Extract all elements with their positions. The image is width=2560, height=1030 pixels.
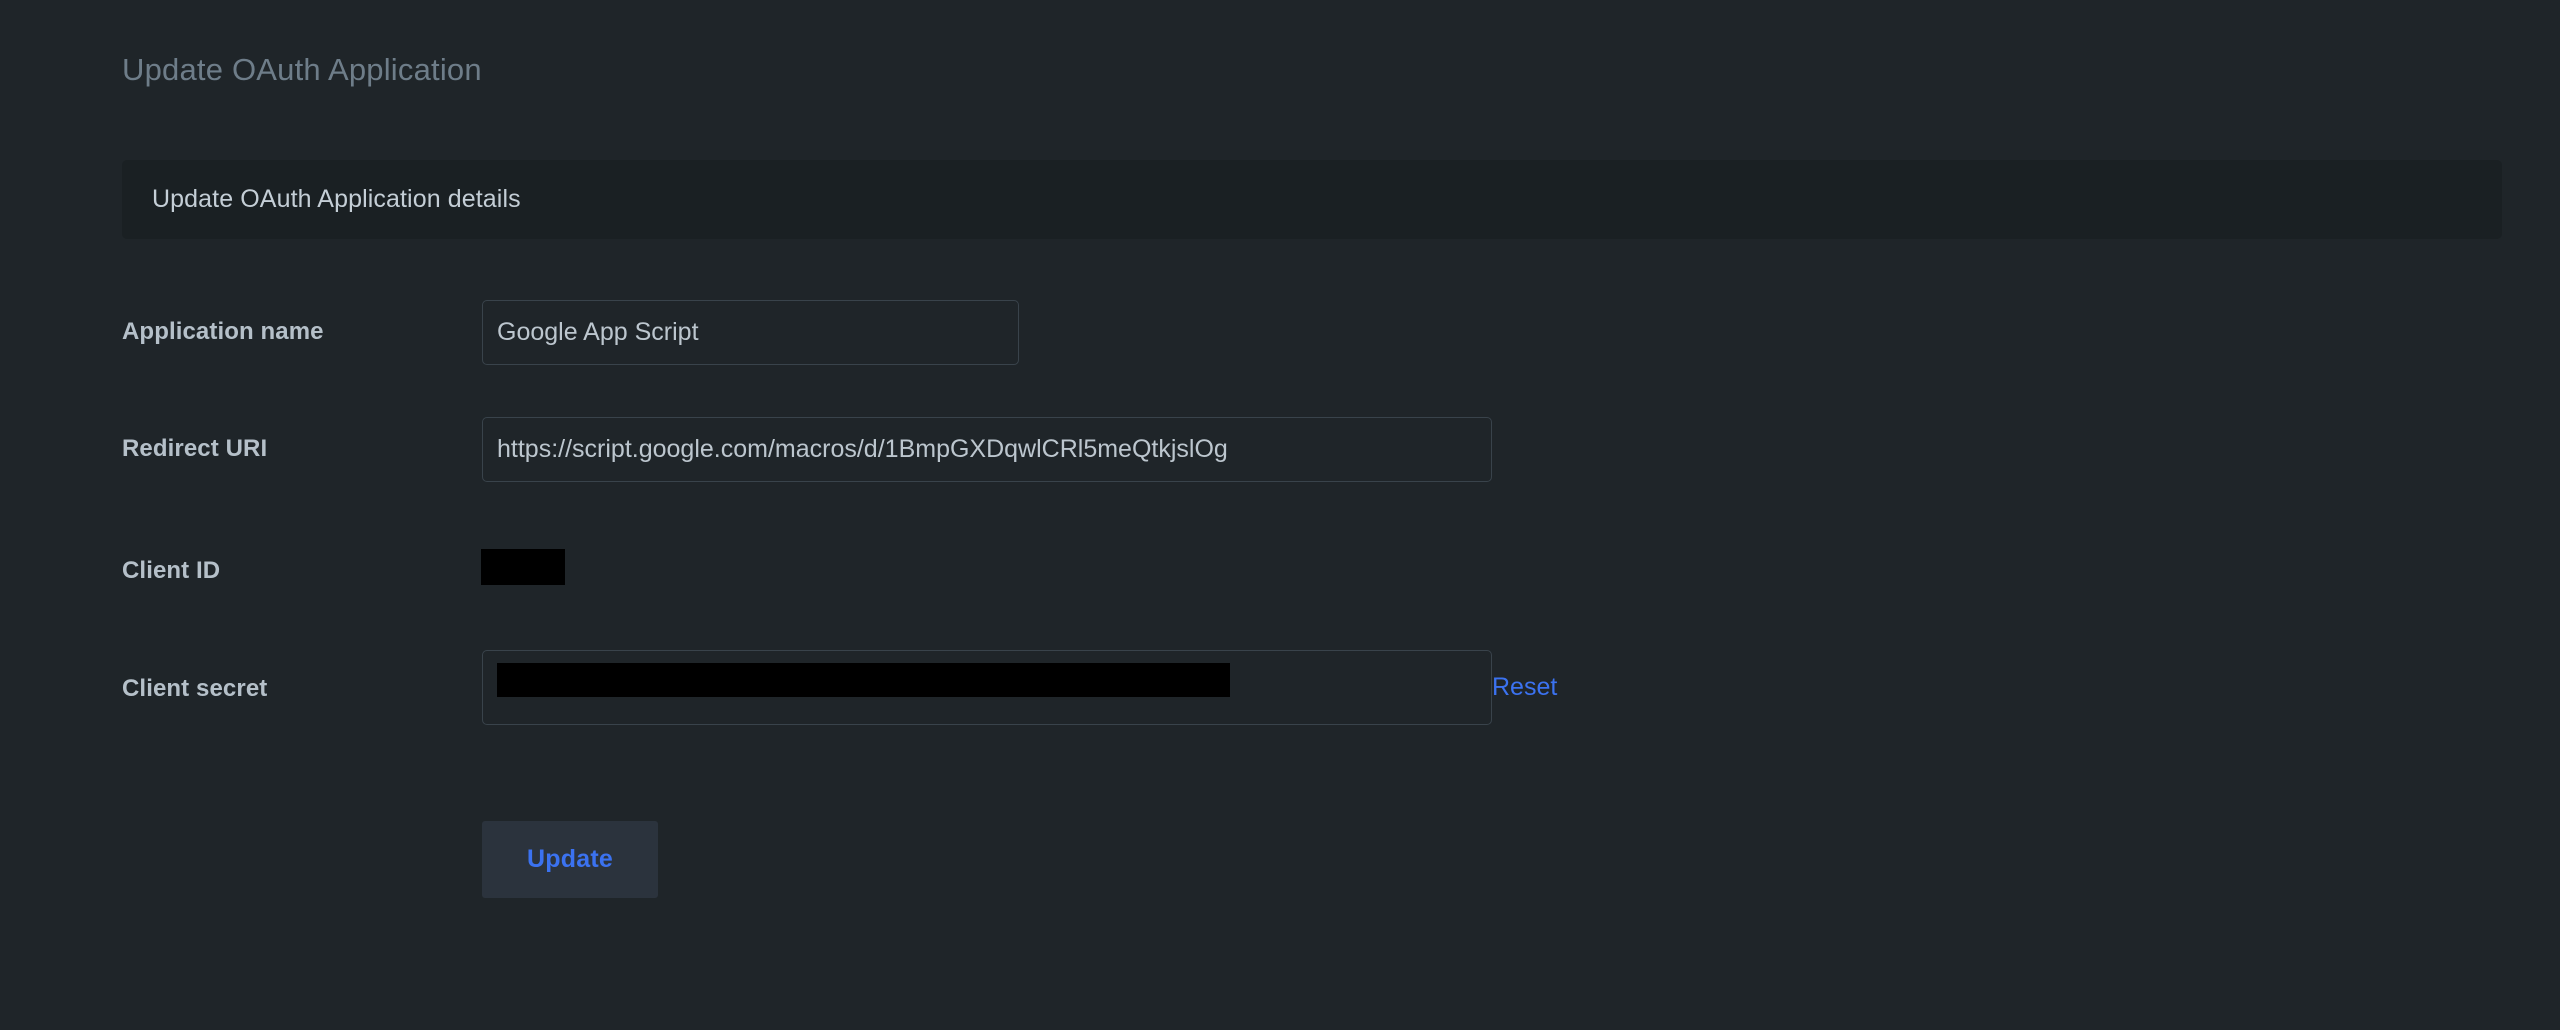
redirect-uri-label: Redirect URI [122, 435, 268, 462]
client-id-redacted-value [481, 549, 565, 585]
redirect-uri-value: https://script.google.com/macros/d/1BmpG… [497, 435, 1228, 463]
client-secret-label: Client secret [122, 675, 268, 702]
application-name-value: Google App Script [497, 318, 699, 346]
update-button[interactable]: Update [482, 821, 658, 898]
reset-client-secret-link[interactable]: Reset [1492, 673, 1557, 702]
panel-header: Update OAuth Application details [122, 160, 2502, 239]
client-secret-redacted-value [497, 663, 1230, 697]
redirect-uri-input[interactable]: https://script.google.com/macros/d/1BmpG… [482, 417, 1492, 482]
oauth-application-page: Update OAuth Application Update OAuth Ap… [0, 0, 2560, 1030]
panel-header-title: Update OAuth Application details [152, 185, 521, 213]
page-title: Update OAuth Application [122, 52, 482, 87]
client-id-label: Client ID [122, 557, 221, 584]
application-name-label: Application name [122, 318, 324, 345]
application-name-input[interactable]: Google App Script [482, 300, 1019, 365]
